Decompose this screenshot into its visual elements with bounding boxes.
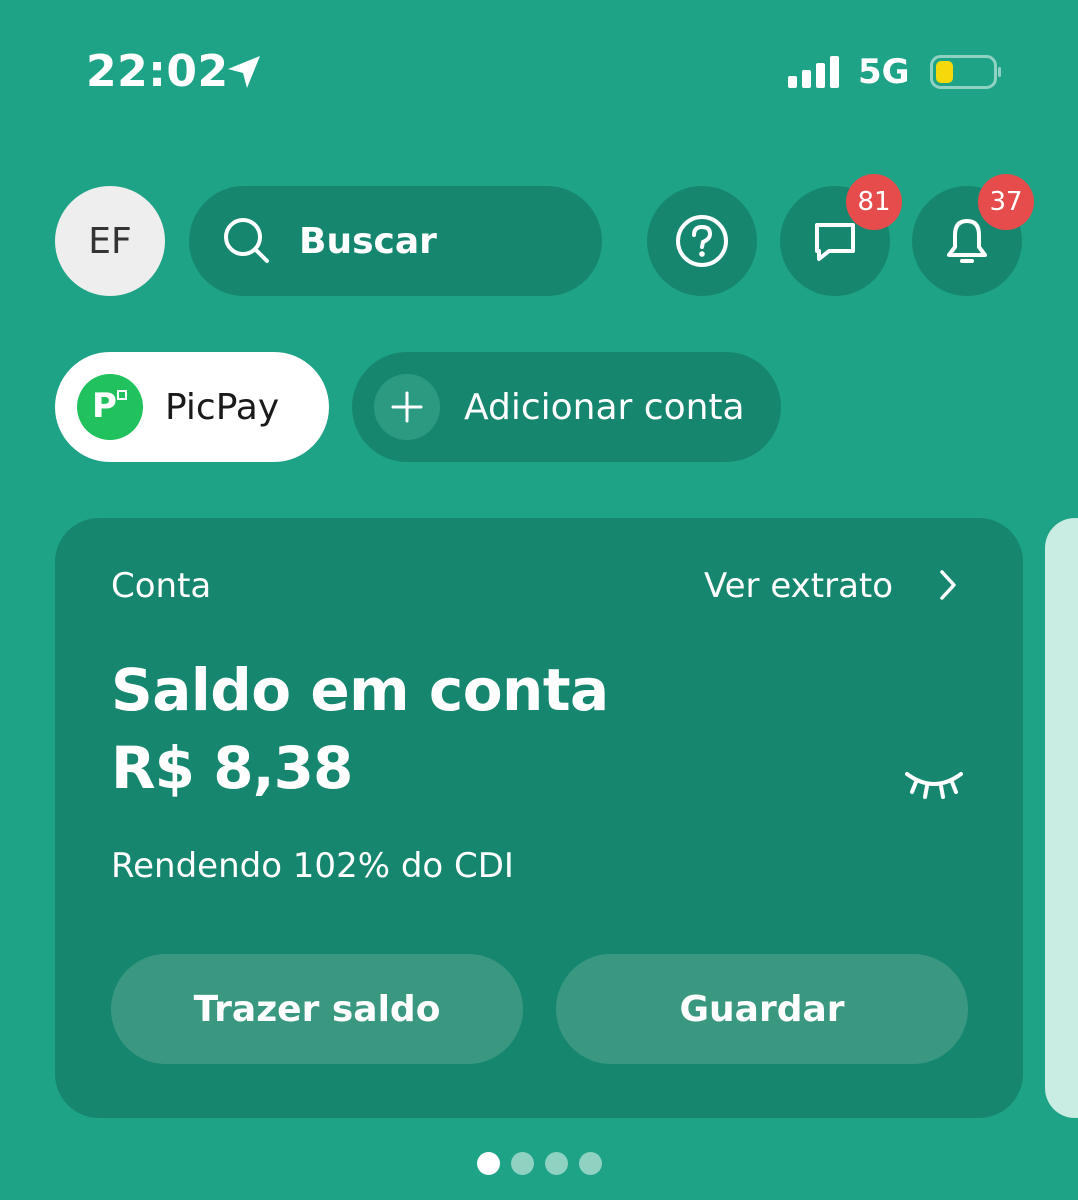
add-account-button[interactable]: Adicionar conta xyxy=(352,352,781,462)
page-dot[interactable] xyxy=(545,1152,568,1175)
chevron-right-icon[interactable] xyxy=(934,566,962,604)
eye-closed-icon[interactable] xyxy=(902,764,966,804)
account-pill-label: PicPay xyxy=(165,386,280,428)
help-icon xyxy=(676,215,728,267)
help-button[interactable] xyxy=(647,186,757,296)
status-time: 22:02 xyxy=(86,46,229,97)
page-dot[interactable] xyxy=(511,1152,534,1175)
page-dot[interactable] xyxy=(579,1152,602,1175)
plus-icon xyxy=(374,374,440,440)
picpay-logo: P xyxy=(77,374,143,440)
messages-badge: 81 xyxy=(846,174,902,230)
network-label: 5G xyxy=(858,52,910,92)
view-statement-link[interactable]: Ver extrato xyxy=(704,566,893,606)
battery-icon xyxy=(930,55,1001,89)
page-dot[interactable] xyxy=(477,1152,500,1175)
add-account-label: Adicionar conta xyxy=(464,386,745,428)
search-icon xyxy=(224,218,269,263)
card-section-label: Conta xyxy=(111,566,212,606)
avatar[interactable]: EF xyxy=(55,186,165,296)
notifications-badge: 37 xyxy=(978,174,1034,230)
signal-icon xyxy=(788,56,844,88)
balance-label: Saldo em conta xyxy=(111,656,609,724)
location-arrow-icon xyxy=(228,56,260,88)
next-card-preview[interactable] xyxy=(1045,518,1078,1118)
page-indicator xyxy=(477,1152,602,1175)
account-pill-picpay[interactable]: P PicPay xyxy=(55,352,329,462)
search-bar[interactable]: Buscar xyxy=(189,186,602,296)
yield-text: Rendendo 102% do CDI xyxy=(111,846,514,886)
save-money-button[interactable]: Guardar xyxy=(556,954,968,1064)
bring-balance-button[interactable]: Trazer saldo xyxy=(111,954,523,1064)
balance-value: R$ 8,38 xyxy=(111,734,353,802)
search-label: Buscar xyxy=(299,220,437,262)
